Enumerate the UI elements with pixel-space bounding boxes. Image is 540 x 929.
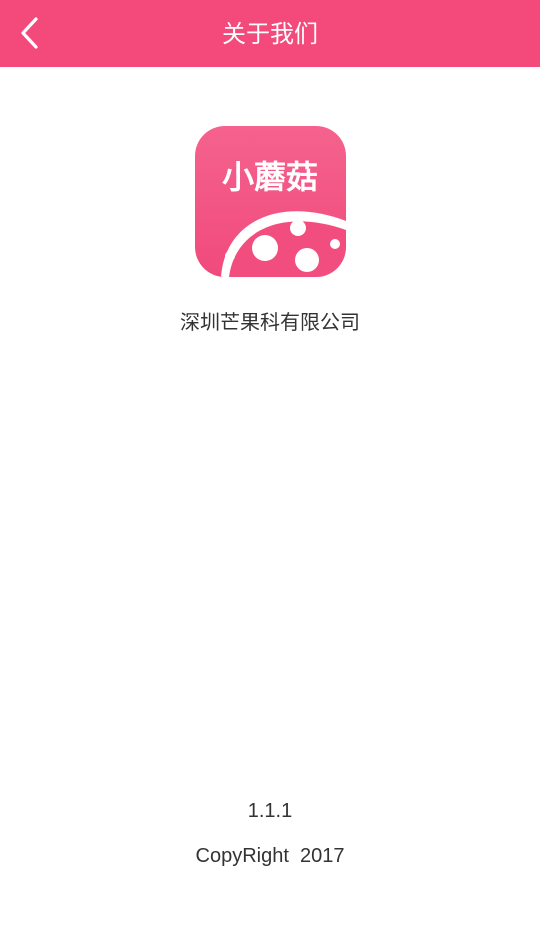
logo-text: 小蘑菇 (222, 158, 318, 196)
page-title: 关于我们 (222, 20, 318, 48)
app-header: 关于我们 (0, 0, 540, 67)
version-text: 1.1.1 (247, 800, 293, 822)
mushroom-logo-icon: 小蘑菇 (195, 126, 346, 277)
copyright-text: CopyRight 2017 (195, 845, 345, 867)
app-logo: 小蘑菇 (195, 126, 346, 277)
company-name: 深圳芒果科有限公司 (180, 310, 360, 334)
